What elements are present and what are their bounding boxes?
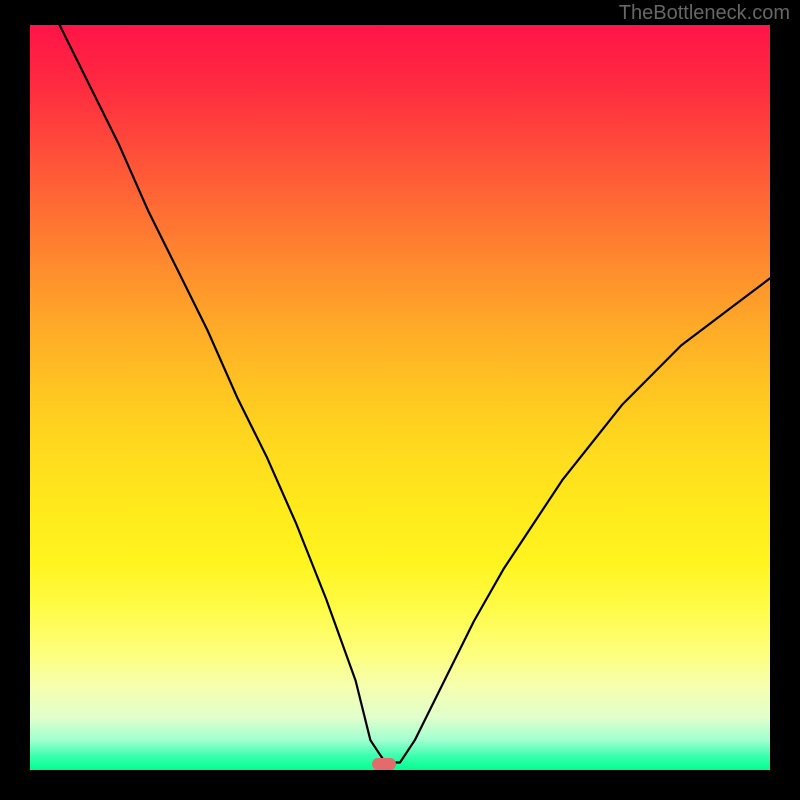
optimum-marker bbox=[372, 758, 396, 770]
bottleneck-curve-svg bbox=[30, 25, 770, 770]
plot-area bbox=[30, 25, 770, 770]
watermark-text: TheBottleneck.com bbox=[619, 2, 790, 25]
bottleneck-curve-line bbox=[60, 25, 770, 763]
